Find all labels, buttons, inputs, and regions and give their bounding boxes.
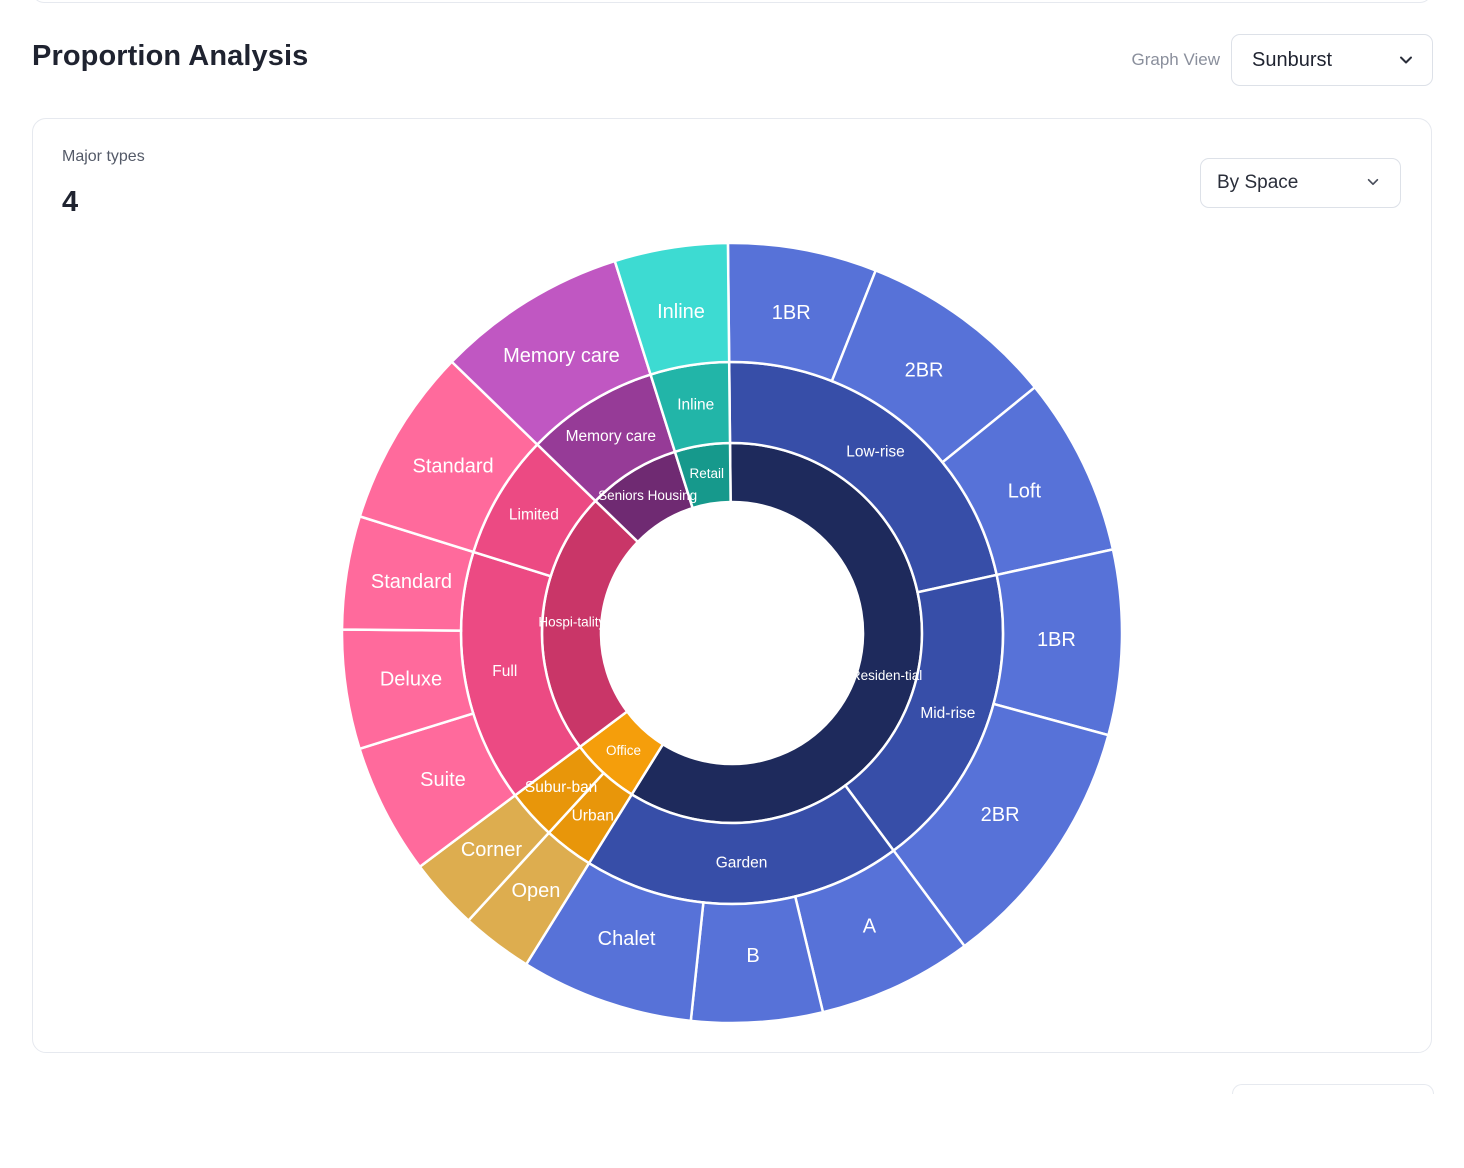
- segment-label-memory-care: Memory care: [503, 345, 620, 367]
- segment-label-chalet: Chalet: [598, 928, 656, 950]
- segment-label-corner: Corner: [461, 839, 522, 861]
- sunburst-chart: Residen-tial Low-rise 1BR 2BR Loft Mid-rise 1B…: [340, 241, 1124, 1025]
- segment-label-inline: Inline: [657, 301, 705, 323]
- segment-label-hospi-tality: Hospi-tality: [538, 614, 605, 629]
- segment-label-standard: Standard: [412, 455, 493, 477]
- segment-label-seniors-housing: Seniors Housing: [598, 488, 697, 503]
- segment-label-retail: Retail: [690, 466, 725, 481]
- page-bottom-fade: [1220, 1094, 1460, 1114]
- segment-label-urban: Urban: [572, 808, 614, 825]
- segment-label-loft: Loft: [1008, 481, 1042, 503]
- segment-label-suite: Suite: [420, 769, 466, 791]
- segment-label-mid-rise: Mid-rise: [920, 705, 975, 722]
- segment-label-standard: Standard: [371, 571, 452, 593]
- segment-label-2br: 2BR: [981, 804, 1020, 826]
- segment-label-1br: 1BR: [772, 302, 811, 324]
- segment-label-residen-tial: Residen-tial: [851, 668, 922, 683]
- segment-label-2br: 2BR: [905, 360, 944, 382]
- segment-label-inline: Inline: [677, 396, 714, 413]
- segment-label-limited: Limited: [509, 506, 559, 523]
- segment-label-deluxe: Deluxe: [380, 669, 442, 691]
- segment-label-a: A: [863, 915, 877, 937]
- segment-label-subur-ban: Subur-ban: [525, 779, 597, 796]
- segment-label-memory-care: Memory care: [566, 428, 656, 445]
- segment-label-garden: Garden: [716, 854, 768, 871]
- segment-label-low-rise: Low-rise: [846, 444, 905, 461]
- segment-label-b: B: [746, 945, 759, 967]
- segment-label-open: Open: [511, 880, 560, 902]
- segment-label-1br: 1BR: [1037, 629, 1076, 651]
- segment-label-office: Office: [606, 743, 641, 758]
- segment-label-full: Full: [492, 663, 517, 680]
